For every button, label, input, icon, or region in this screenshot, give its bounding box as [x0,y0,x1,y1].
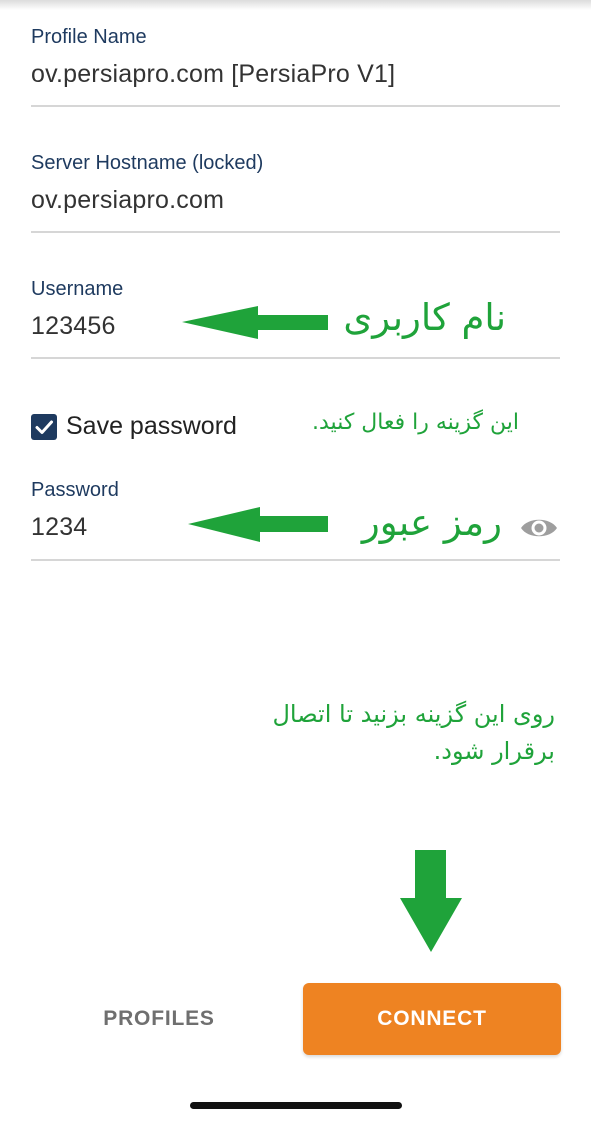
username-annotation: نام کاربری [343,296,506,339]
profile-name-value: ov.persiapro.com [PersiaPro V1] [31,60,396,88]
password-annotation: رمز عبور [361,501,502,544]
server-hostname-value: ov.persiapro.com [31,186,225,214]
username-underline [31,357,560,359]
server-hostname-label: Server Hostname (locked) [31,152,264,174]
password-label: Password [31,479,119,501]
profile-name-label: Profile Name [31,26,147,48]
save-password-annotation: این گزینه را فعال کنید. [312,410,519,435]
username-arrow-icon [182,306,328,339]
connect-annotation-line1: روی این گزینه بزنید تا اتصال [272,700,555,728]
profile-name-underline [31,105,560,107]
username-label: Username [31,278,124,300]
server-hostname-field: Server Hostname (locked) ov.persiapro.co… [31,152,560,234]
save-password-checkbox[interactable] [31,414,57,440]
password-arrow-icon [188,507,328,542]
connect-arrow-icon [400,850,462,952]
connect-button[interactable]: CONNECT [303,983,561,1055]
username-input[interactable]: 123456 [31,312,116,341]
profiles-button[interactable]: PROFILES [40,985,278,1053]
profile-name-field: Profile Name ov.persiapro.com [PersiaPro… [31,26,560,108]
home-indicator[interactable] [190,1102,402,1109]
server-hostname-underline [31,231,560,233]
connect-annotation-line2: برقرار شود. [433,737,555,765]
password-underline [31,559,560,561]
save-password-label[interactable]: Save password [66,412,237,441]
top-edge-shadow [0,0,591,10]
password-input[interactable]: 1234 [31,513,87,542]
eye-icon[interactable] [519,514,559,542]
check-icon [35,420,53,434]
